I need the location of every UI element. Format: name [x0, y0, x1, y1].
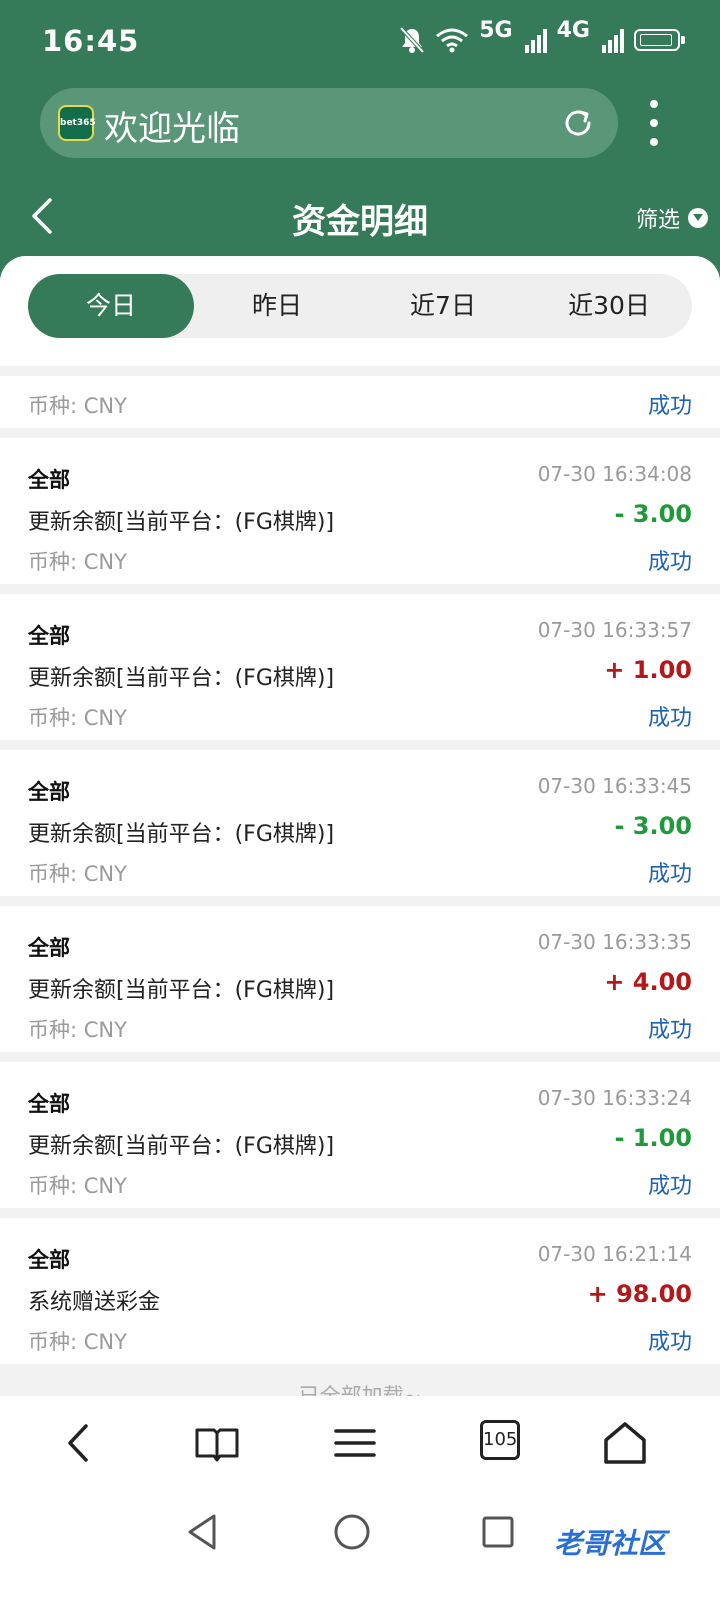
record-type: 全部 — [28, 780, 70, 804]
mute-bell-icon — [399, 26, 425, 54]
record-currency: 币种: CNY — [28, 394, 127, 418]
record-amount: - 3.00 — [614, 812, 692, 840]
filter-label: 筛选 — [635, 208, 680, 233]
list-item[interactable]: 全部 07-30 16:33:45 更新余额[当前平台：(FG棋牌)] - 3.… — [0, 750, 720, 896]
record-time: 07-30 16:33:35 — [537, 930, 692, 954]
more-menu-icon[interactable] — [642, 100, 666, 146]
record-status: 成功 — [647, 550, 692, 575]
status-icons: 5G 4G — [399, 18, 685, 54]
filter-dropdown-icon — [688, 208, 708, 228]
record-time: 07-30 16:34:08 — [537, 462, 692, 486]
record-status: 成功 — [647, 394, 692, 419]
record-amount: - 3.00 — [614, 500, 692, 528]
page-navbar: 资金明细 筛选 — [0, 180, 720, 254]
top-header-area: 16:45 5G 4G bet365 欢迎光临 资金明细 筛选 — [0, 0, 720, 290]
tab-last-7-days[interactable]: 近7日 — [360, 274, 526, 338]
date-tabs: 今日 昨日 近7日 近30日 — [28, 274, 692, 338]
list-item[interactable]: 币种: CNY 成功 — [0, 376, 720, 428]
site-logo: bet365 — [58, 105, 96, 141]
tabs-count-button[interactable]: 105 — [480, 1420, 520, 1460]
record-currency: 币种: CNY — [28, 1330, 127, 1354]
record-status: 成功 — [647, 706, 692, 731]
list-item[interactable]: 全部 07-30 16:33:35 更新余额[当前平台：(FG棋牌)] + 4.… — [0, 906, 720, 1052]
home-icon[interactable] — [600, 1418, 650, 1468]
tab-last-30-days[interactable]: 近30日 — [526, 274, 692, 338]
record-time: 07-30 16:33:57 — [537, 618, 692, 642]
record-type: 全部 — [28, 1248, 70, 1272]
record-description: 更新余额[当前平台：(FG棋牌)] — [28, 510, 335, 535]
tab-today[interactable]: 今日 — [28, 274, 194, 338]
watermark-logo: 老哥社区 — [554, 1527, 667, 1560]
record-amount: + 98.00 — [587, 1280, 692, 1308]
record-currency: 币种: CNY — [28, 862, 127, 886]
record-currency: 币种: CNY — [28, 1174, 127, 1198]
record-status: 成功 — [647, 862, 692, 887]
system-navigation-bar: 老哥社区 — [0, 1494, 720, 1610]
wifi-icon — [436, 28, 469, 53]
bookmarks-book-icon[interactable] — [192, 1418, 242, 1468]
record-time: 07-30 16:33:45 — [537, 774, 692, 798]
record-currency: 币种: CNY — [28, 706, 127, 730]
network-5g-label: 5G — [479, 17, 513, 43]
signal-4g-icon — [602, 27, 624, 53]
nav-recents-square-icon[interactable] — [480, 1514, 516, 1550]
record-type: 全部 — [28, 936, 70, 960]
record-type: 全部 — [28, 1092, 70, 1116]
reload-icon[interactable] — [560, 105, 596, 141]
record-description: 更新余额[当前平台：(FG棋牌)] — [28, 1134, 335, 1159]
record-description: 更新余额[当前平台：(FG棋牌)] — [28, 978, 335, 1003]
nav-back-triangle-icon[interactable] — [184, 1512, 220, 1552]
page-title: 资金明细 — [292, 202, 428, 242]
battery-icon — [634, 29, 685, 51]
date-tabs-wrapper: 今日 昨日 近7日 近30日 — [0, 256, 720, 366]
network-4g-label: 4G — [556, 17, 590, 43]
signal-5g-icon — [524, 27, 547, 53]
record-description: 更新余额[当前平台：(FG棋牌)] — [28, 666, 335, 691]
record-amount: + 4.00 — [604, 968, 692, 996]
records-list: 币种: CNY 成功 全部 07-30 16:34:08 更新余额[当前平台：(… — [0, 366, 720, 1364]
record-amount: + 1.00 — [604, 656, 692, 684]
back-icon[interactable] — [54, 1418, 104, 1468]
record-description: 系统赠送彩金 — [28, 1290, 161, 1315]
record-description: 更新余额[当前平台：(FG棋牌)] — [28, 822, 335, 847]
tab-yesterday[interactable]: 昨日 — [194, 274, 360, 338]
record-status: 成功 — [647, 1018, 692, 1043]
record-type: 全部 — [28, 624, 70, 648]
address-bar[interactable]: bet365 欢迎光临 — [40, 88, 618, 158]
list-item[interactable]: 全部 07-30 16:21:14 系统赠送彩金 + 98.00 币种: CNY… — [0, 1218, 720, 1364]
browser-toolbar: 105 — [0, 1396, 720, 1494]
list-item[interactable]: 全部 07-30 16:33:57 更新余额[当前平台：(FG棋牌)] + 1.… — [0, 594, 720, 740]
content-panel: 今日 昨日 近7日 近30日 币种: CNY 成功 全部 07-30 16:34… — [0, 256, 720, 1396]
filter-button[interactable]: 筛选 — [636, 202, 708, 234]
record-currency: 币种: CNY — [28, 1018, 127, 1042]
list-item[interactable]: 全部 07-30 16:33:24 更新余额[当前平台：(FG棋牌)] - 1.… — [0, 1062, 720, 1208]
status-time: 16:45 — [42, 24, 140, 58]
site-title: 欢迎光临 — [104, 109, 240, 149]
record-time: 07-30 16:21:14 — [537, 1242, 692, 1266]
nav-home-circle-icon[interactable] — [332, 1512, 372, 1552]
list-item[interactable]: 全部 07-30 16:34:08 更新余额[当前平台：(FG棋牌)] - 3.… — [0, 438, 720, 584]
menu-icon[interactable] — [330, 1418, 380, 1468]
record-type: 全部 — [28, 468, 70, 492]
record-status: 成功 — [647, 1174, 692, 1199]
status-bar: 16:45 5G 4G — [0, 0, 720, 84]
record-status: 成功 — [647, 1330, 692, 1355]
all-loaded-text: 已全部加载~ — [298, 1384, 422, 1396]
record-time: 07-30 16:33:24 — [537, 1086, 692, 1110]
record-currency: 币种: CNY — [28, 550, 127, 574]
record-amount: - 1.00 — [614, 1124, 692, 1152]
